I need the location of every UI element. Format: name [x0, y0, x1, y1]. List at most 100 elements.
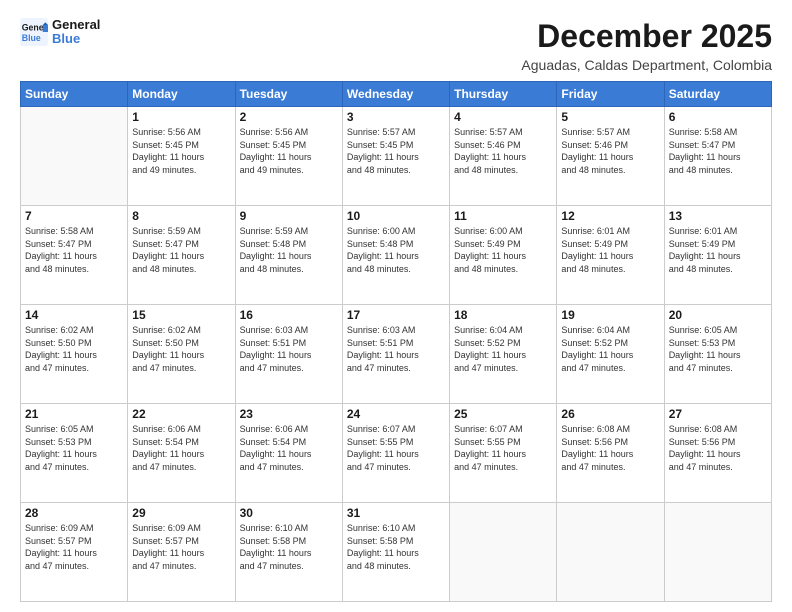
day-number: 2	[240, 110, 338, 124]
day-number: 14	[25, 308, 123, 322]
day-info: Sunrise: 6:09 AM Sunset: 5:57 PM Dayligh…	[25, 522, 123, 572]
calendar-cell: 29Sunrise: 6:09 AM Sunset: 5:57 PM Dayli…	[128, 503, 235, 602]
day-info: Sunrise: 5:56 AM Sunset: 5:45 PM Dayligh…	[240, 126, 338, 176]
day-number: 26	[561, 407, 659, 421]
calendar-cell: 20Sunrise: 6:05 AM Sunset: 5:53 PM Dayli…	[664, 305, 771, 404]
day-info: Sunrise: 5:57 AM Sunset: 5:46 PM Dayligh…	[454, 126, 552, 176]
day-info: Sunrise: 5:57 AM Sunset: 5:45 PM Dayligh…	[347, 126, 445, 176]
calendar-cell: 4 Sunrise: 5:57 AM Sunset: 5:46 PM Daylig…	[450, 107, 557, 206]
day-info: Sunrise: 6:02 AM Sunset: 5:50 PM Dayligh…	[25, 324, 123, 374]
day-info: Sunrise: 5:59 AM Sunset: 5:47 PM Dayligh…	[132, 225, 230, 275]
day-info: Sunrise: 5:57 AM Sunset: 5:46 PM Dayligh…	[561, 126, 659, 176]
week-row-2: 7 Sunrise: 5:58 AM Sunset: 5:47 PM Daylig…	[21, 206, 772, 305]
calendar-cell	[450, 503, 557, 602]
header: General Blue General Blue December 2025 …	[20, 18, 772, 73]
day-info: Sunrise: 5:56 AM Sunset: 5:45 PM Dayligh…	[132, 126, 230, 176]
header-day-wednesday: Wednesday	[342, 82, 449, 107]
calendar-cell: 19 Sunrise: 6:04 AM Sunset: 5:52 PM Dayli…	[557, 305, 664, 404]
week-row-3: 14 Sunrise: 6:02 AM Sunset: 5:50 PM Dayli…	[21, 305, 772, 404]
day-number: 30	[240, 506, 338, 520]
day-info: Sunrise: 6:09 AM Sunset: 5:57 PM Dayligh…	[132, 522, 230, 572]
day-number: 13	[669, 209, 767, 223]
day-number: 21	[25, 407, 123, 421]
calendar-cell: 9 Sunrise: 5:59 AM Sunset: 5:48 PM Daylig…	[235, 206, 342, 305]
day-number: 20	[669, 308, 767, 322]
day-number: 1	[132, 110, 230, 124]
day-info: Sunrise: 6:03 AM Sunset: 5:51 PM Dayligh…	[347, 324, 445, 374]
day-info: Sunrise: 5:58 AM Sunset: 5:47 PM Dayligh…	[25, 225, 123, 275]
calendar-cell: 12Sunrise: 6:01 AM Sunset: 5:49 PM Dayli…	[557, 206, 664, 305]
calendar-cell: 2 Sunrise: 5:56 AM Sunset: 5:45 PM Daylig…	[235, 107, 342, 206]
calendar-cell: 27 Sunrise: 6:08 AM Sunset: 5:56 PM Dayli…	[664, 404, 771, 503]
day-number: 23	[240, 407, 338, 421]
calendar-cell: 15Sunrise: 6:02 AM Sunset: 5:50 PM Dayli…	[128, 305, 235, 404]
header-day-friday: Friday	[557, 82, 664, 107]
calendar-cell: 8 Sunrise: 5:59 AM Sunset: 5:47 PM Daylig…	[128, 206, 235, 305]
calendar-cell: 11 Sunrise: 6:00 AM Sunset: 5:49 PM Dayli…	[450, 206, 557, 305]
calendar-cell: 25 Sunrise: 6:07 AM Sunset: 5:55 PM Dayli…	[450, 404, 557, 503]
calendar-cell: 7 Sunrise: 5:58 AM Sunset: 5:47 PM Daylig…	[21, 206, 128, 305]
day-number: 12	[561, 209, 659, 223]
day-number: 17	[347, 308, 445, 322]
day-number: 6	[669, 110, 767, 124]
header-day-thursday: Thursday	[450, 82, 557, 107]
day-info: Sunrise: 6:00 AM Sunset: 5:49 PM Dayligh…	[454, 225, 552, 275]
day-number: 31	[347, 506, 445, 520]
day-number: 7	[25, 209, 123, 223]
logo-icon: General Blue	[20, 18, 48, 46]
header-day-tuesday: Tuesday	[235, 82, 342, 107]
calendar-cell	[664, 503, 771, 602]
title-block: December 2025 Aguadas, Caldas Department…	[521, 18, 772, 73]
calendar-cell: 10 Sunrise: 6:00 AM Sunset: 5:48 PM Dayli…	[342, 206, 449, 305]
day-number: 4	[454, 110, 552, 124]
day-number: 24	[347, 407, 445, 421]
day-info: Sunrise: 5:59 AM Sunset: 5:48 PM Dayligh…	[240, 225, 338, 275]
day-number: 5	[561, 110, 659, 124]
day-info: Sunrise: 6:08 AM Sunset: 5:56 PM Dayligh…	[669, 423, 767, 473]
day-number: 15	[132, 308, 230, 322]
day-number: 10	[347, 209, 445, 223]
logo-line1: General	[52, 18, 100, 32]
week-row-5: 28 Sunrise: 6:09 AM Sunset: 5:57 PM Dayli…	[21, 503, 772, 602]
day-number: 22	[132, 407, 230, 421]
week-row-4: 21Sunrise: 6:05 AM Sunset: 5:53 PM Dayli…	[21, 404, 772, 503]
day-info: Sunrise: 6:04 AM Sunset: 5:52 PM Dayligh…	[561, 324, 659, 374]
calendar-cell: 21Sunrise: 6:05 AM Sunset: 5:53 PM Dayli…	[21, 404, 128, 503]
header-day-monday: Monday	[128, 82, 235, 107]
day-number: 8	[132, 209, 230, 223]
day-info: Sunrise: 6:03 AM Sunset: 5:51 PM Dayligh…	[240, 324, 338, 374]
calendar-cell: 16 Sunrise: 6:03 AM Sunset: 5:51 PM Dayli…	[235, 305, 342, 404]
day-info: Sunrise: 5:58 AM Sunset: 5:47 PM Dayligh…	[669, 126, 767, 176]
day-info: Sunrise: 6:07 AM Sunset: 5:55 PM Dayligh…	[347, 423, 445, 473]
calendar-cell: 23Sunrise: 6:06 AM Sunset: 5:54 PM Dayli…	[235, 404, 342, 503]
page: General Blue General Blue December 2025 …	[0, 0, 792, 612]
day-info: Sunrise: 6:10 AM Sunset: 5:58 PM Dayligh…	[240, 522, 338, 572]
calendar-cell: 14 Sunrise: 6:02 AM Sunset: 5:50 PM Dayli…	[21, 305, 128, 404]
calendar-cell: 18 Sunrise: 6:04 AM Sunset: 5:52 PM Dayli…	[450, 305, 557, 404]
calendar-cell: 31Sunrise: 6:10 AM Sunset: 5:58 PM Dayli…	[342, 503, 449, 602]
day-info: Sunrise: 6:04 AM Sunset: 5:52 PM Dayligh…	[454, 324, 552, 374]
calendar-cell: 26 Sunrise: 6:08 AM Sunset: 5:56 PM Dayli…	[557, 404, 664, 503]
day-info: Sunrise: 6:08 AM Sunset: 5:56 PM Dayligh…	[561, 423, 659, 473]
day-number: 3	[347, 110, 445, 124]
day-number: 18	[454, 308, 552, 322]
calendar-cell	[557, 503, 664, 602]
day-info: Sunrise: 6:07 AM Sunset: 5:55 PM Dayligh…	[454, 423, 552, 473]
calendar-cell: 1 Sunrise: 5:56 AM Sunset: 5:45 PM Daylig…	[128, 107, 235, 206]
day-info: Sunrise: 6:06 AM Sunset: 5:54 PM Dayligh…	[132, 423, 230, 473]
day-number: 16	[240, 308, 338, 322]
day-number: 27	[669, 407, 767, 421]
svg-text:Blue: Blue	[22, 33, 41, 43]
day-number: 11	[454, 209, 552, 223]
day-info: Sunrise: 6:00 AM Sunset: 5:48 PM Dayligh…	[347, 225, 445, 275]
calendar-cell: 24 Sunrise: 6:07 AM Sunset: 5:55 PM Dayli…	[342, 404, 449, 503]
day-number: 25	[454, 407, 552, 421]
main-title: December 2025	[521, 18, 772, 55]
day-number: 19	[561, 308, 659, 322]
day-number: 9	[240, 209, 338, 223]
day-number: 28	[25, 506, 123, 520]
calendar-cell: 5 Sunrise: 5:57 AM Sunset: 5:46 PM Daylig…	[557, 107, 664, 206]
header-day-saturday: Saturday	[664, 82, 771, 107]
day-info: Sunrise: 6:01 AM Sunset: 5:49 PM Dayligh…	[669, 225, 767, 275]
logo-line2: Blue	[52, 32, 100, 46]
